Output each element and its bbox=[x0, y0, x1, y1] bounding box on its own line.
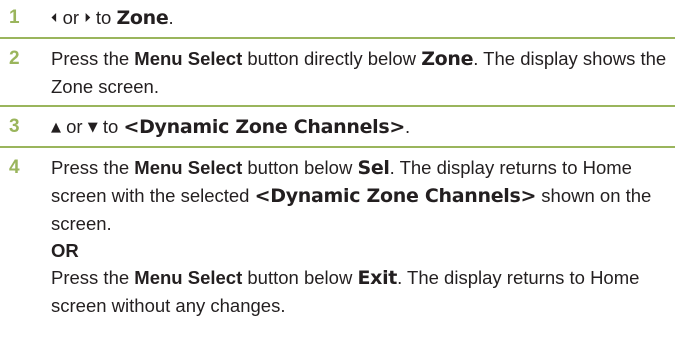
zone-label: Zone bbox=[421, 48, 474, 70]
text-segment: to bbox=[97, 116, 124, 137]
zone-label: Zone bbox=[116, 7, 169, 29]
text-segment: button directly below bbox=[242, 48, 422, 69]
exit-label: Exit bbox=[357, 267, 398, 289]
step-text: Press the Menu Select button below Sel. … bbox=[51, 154, 667, 237]
step-3: 3 ▲ or ▼ to <Dynamic Zone Channels>. bbox=[0, 107, 675, 148]
step-number: 2 bbox=[9, 48, 20, 69]
down-arrow-icon: ▼ bbox=[87, 120, 98, 135]
text-segment: Press the bbox=[51, 267, 135, 288]
procedure-steps: 1 ⏴ or ⏵ to Zone. 2 Press the Menu Selec… bbox=[0, 0, 675, 323]
sel-label: Sel bbox=[357, 157, 390, 179]
menu-select-label: Menu Select bbox=[134, 267, 243, 288]
step-number: 4 bbox=[9, 157, 20, 178]
step-2: 2 Press the Menu Select button directly … bbox=[0, 39, 675, 107]
step-text: ⏴ or ⏵ to Zone. bbox=[51, 7, 174, 29]
text-segment: . bbox=[168, 7, 174, 28]
text-segment: button below bbox=[242, 157, 358, 178]
step-1: 1 ⏴ or ⏵ to Zone. bbox=[0, 0, 675, 39]
dynamic-zone-channels-label: <Dynamic Zone Channels> bbox=[254, 185, 537, 207]
menu-select-label: Menu Select bbox=[134, 157, 243, 178]
up-arrow-icon: ▲ bbox=[51, 120, 61, 135]
text-segment: . bbox=[405, 116, 411, 137]
or-label: OR bbox=[51, 240, 79, 261]
menu-select-label: Menu Select bbox=[134, 48, 243, 69]
step-text: Press the Menu Select button directly be… bbox=[51, 48, 666, 97]
text-segment: or bbox=[57, 7, 85, 28]
step-text-alt: Press the Menu Select button below Exit.… bbox=[51, 264, 667, 319]
dynamic-zone-channels-label: <Dynamic Zone Channels> bbox=[123, 116, 405, 138]
step-4: 4 Press the Menu Select button below Sel… bbox=[0, 148, 675, 323]
text-segment: or bbox=[61, 116, 88, 137]
text-segment: button below bbox=[242, 267, 358, 288]
step-text: ▲ or ▼ to <Dynamic Zone Channels>. bbox=[51, 116, 411, 138]
text-segment: Press the bbox=[51, 157, 135, 178]
step-number: 1 bbox=[9, 7, 20, 28]
step-number: 3 bbox=[9, 116, 20, 137]
text-segment: to bbox=[90, 7, 117, 28]
text-segment: Press the bbox=[51, 48, 135, 69]
